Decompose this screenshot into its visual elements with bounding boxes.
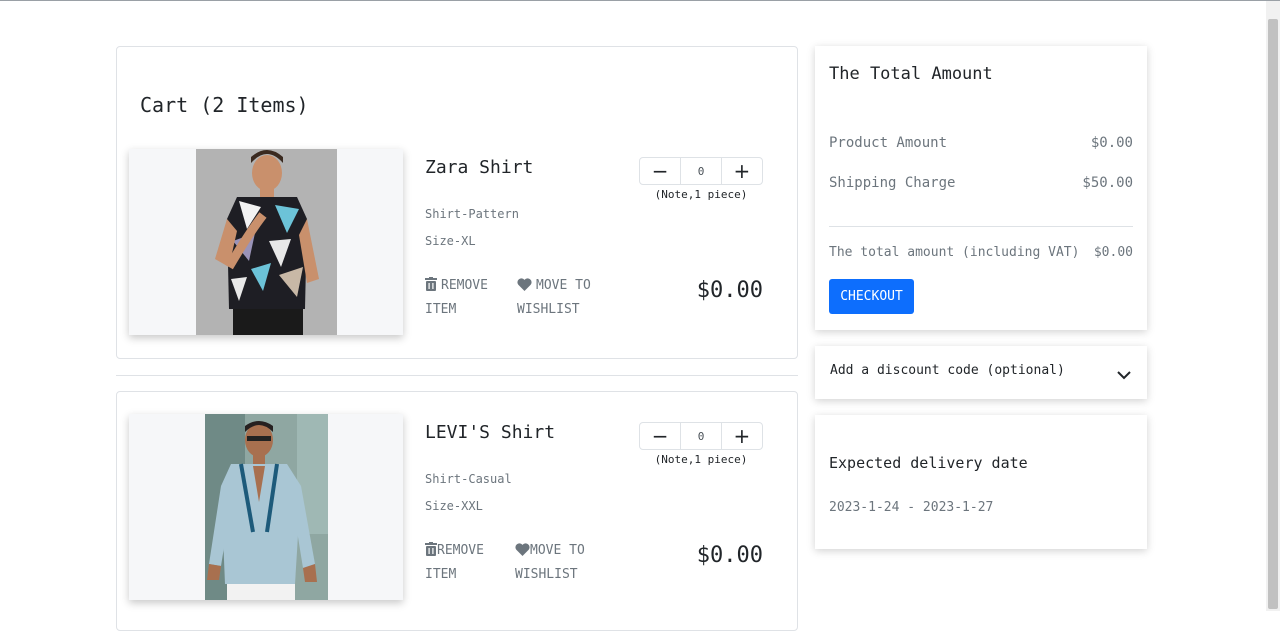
- scrollbar-thumb[interactable]: [1268, 19, 1278, 609]
- trash-icon: [425, 542, 437, 564]
- cart-title: Cart (2 Items): [140, 93, 309, 117]
- product-pattern: Shirt-Casual: [425, 472, 512, 486]
- cart-item-card: LEVI'S Shirt Shirt-Casual Size-XXL REMOV…: [116, 391, 798, 631]
- quantity-note: (Note,1 piece): [654, 188, 748, 201]
- item-price: $0.00: [696, 278, 763, 303]
- remove-item-button[interactable]: REMOVE ITEM: [425, 540, 505, 586]
- total-amount-value: $0.00: [1093, 245, 1133, 260]
- move-to-wishlist-button[interactable]: MOVE TO WISHLIST: [515, 540, 605, 586]
- summary-title: The Total Amount: [829, 64, 993, 84]
- shirt-photo: [205, 414, 328, 600]
- product-pattern: Shirt-Pattern: [425, 207, 519, 221]
- shipping-charge-value: $50.00: [1082, 175, 1133, 191]
- quantity-value[interactable]: 0: [680, 158, 722, 184]
- remove-item-button[interactable]: REMOVE ITEM: [425, 275, 505, 321]
- order-summary-card: The Total Amount Product Amount $0.00 Sh…: [815, 46, 1147, 330]
- checkout-button[interactable]: CHECKOUT: [829, 279, 914, 314]
- quantity-note: (Note,1 piece): [654, 453, 748, 466]
- product-size: Size-XL: [425, 234, 476, 248]
- delivery-date-card: Expected delivery date 2023-1-24 - 2023-…: [815, 415, 1147, 549]
- shipping-charge-label: Shipping Charge: [829, 175, 956, 191]
- discount-code-label: Add a discount code (optional): [830, 363, 1065, 378]
- page-scrollbar[interactable]: [1266, 1, 1280, 611]
- move-to-wishlist-button[interactable]: MOVE TO WISHLIST: [517, 275, 607, 321]
- product-amount-label: Product Amount: [829, 135, 948, 151]
- product-image-levis-shirt[interactable]: [129, 414, 403, 600]
- quantity-value[interactable]: 0: [680, 423, 722, 449]
- cart-divider: [116, 375, 798, 376]
- product-image-zara-shirt[interactable]: [129, 149, 403, 335]
- increase-quantity-button[interactable]: +: [722, 158, 762, 184]
- quantity-stepper: − 0 +: [639, 157, 763, 185]
- trash-icon: [425, 277, 437, 299]
- product-size: Size-XXL: [425, 499, 483, 513]
- heart-icon: [515, 542, 530, 564]
- quantity-stepper: − 0 +: [639, 422, 763, 450]
- chevron-down-icon[interactable]: [1117, 365, 1131, 384]
- heart-icon: [517, 277, 532, 299]
- discount-code-toggle[interactable]: Add a discount code (optional): [815, 346, 1147, 399]
- product-amount-value: $0.00: [1090, 135, 1133, 151]
- decrease-quantity-button[interactable]: −: [640, 423, 680, 449]
- decrease-quantity-button[interactable]: −: [640, 158, 680, 184]
- total-amount-label: The total amount (including VAT): [829, 245, 1080, 260]
- summary-divider: [829, 226, 1133, 227]
- delivery-title: Expected delivery date: [829, 454, 1028, 472]
- delivery-dates: 2023-1-24 - 2023-1-27: [829, 500, 994, 515]
- product-name[interactable]: Zara Shirt: [425, 157, 533, 178]
- increase-quantity-button[interactable]: +: [722, 423, 762, 449]
- shirt-photo: [196, 149, 337, 335]
- product-name[interactable]: LEVI'S Shirt: [425, 422, 555, 443]
- item-price: $0.00: [696, 543, 763, 568]
- cart-item-card: Cart (2 Items) Zara Shirt Shirt-Pattern …: [116, 46, 798, 359]
